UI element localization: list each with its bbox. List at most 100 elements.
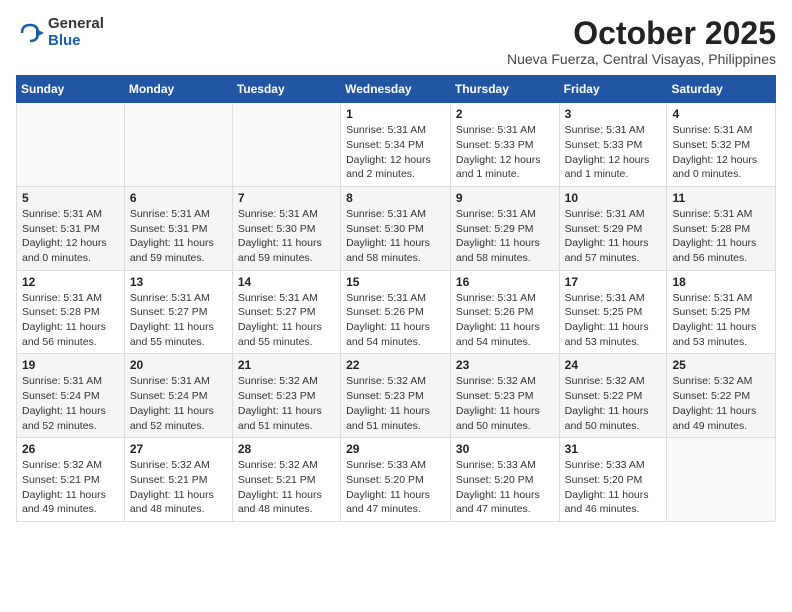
day-number: 25 [672,358,770,372]
day-number: 31 [565,442,662,456]
day-number: 30 [456,442,554,456]
logo-text: General Blue [48,16,104,49]
day-header-saturday: Saturday [667,76,776,103]
day-header-friday: Friday [559,76,667,103]
day-number: 12 [22,275,119,289]
logo-icon [16,19,44,47]
month-title: October 2025 [507,16,776,51]
calendar-cell: 11Sunrise: 5:31 AMSunset: 5:28 PMDayligh… [667,186,776,270]
cell-content: Sunrise: 5:31 AMSunset: 5:25 PMDaylight:… [672,291,770,350]
day-number: 10 [565,191,662,205]
cell-content: Sunrise: 5:31 AMSunset: 5:26 PMDaylight:… [456,291,554,350]
day-header-sunday: Sunday [17,76,125,103]
calendar-cell [124,103,232,187]
calendar-cell: 17 Sunrise: 5:31 AMSunset: 5:25 PMDayligh… [559,270,667,354]
cell-content: Sunrise: 5:32 AMSunset: 5:23 PMDaylight:… [346,374,445,433]
cell-content: Sunrise: 5:31 AMSunset: 5:33 PMDaylight:… [565,123,662,182]
calendar-week-row: 5Sunrise: 5:31 AMSunset: 5:31 PMDaylight… [17,186,776,270]
day-number: 16 [456,275,554,289]
day-number: 1 [346,107,445,121]
day-number: 2 [456,107,554,121]
calendar-cell: 29 Sunrise: 5:33 AMSunset: 5:20 PMDayligh… [341,438,451,522]
calendar-cell: 24 Sunrise: 5:32 AMSunset: 5:22 PMDayligh… [559,354,667,438]
cell-content: Sunrise: 5:32 AMSunset: 5:21 PMDaylight:… [238,458,335,517]
calendar-cell: 2 Sunrise: 5:31 AMSunset: 5:33 PMDaylight… [450,103,559,187]
day-number: 13 [130,275,227,289]
calendar-cell: 15Sunrise: 5:31 AMSunset: 5:26 PMDayligh… [341,270,451,354]
calendar-cell: 25Sunrise: 5:32 AMSunset: 5:22 PMDayligh… [667,354,776,438]
calendar-cell [667,438,776,522]
calendar-week-row: 1 Sunrise: 5:31 AMSunset: 5:34 PMDaylight… [17,103,776,187]
calendar-week-row: 12Sunrise: 5:31 AMSunset: 5:28 PMDayligh… [17,270,776,354]
page-header: General Blue October 2025 Nueva Fuerza, … [16,16,776,67]
cell-content: Sunrise: 5:31 AMSunset: 5:27 PMDaylight:… [130,291,227,350]
title-block: October 2025 Nueva Fuerza, Central Visay… [507,16,776,67]
calendar-cell: 4 Sunrise: 5:31 AMSunset: 5:32 PMDaylight… [667,103,776,187]
day-number: 9 [456,191,554,205]
day-number: 3 [565,107,662,121]
day-number: 29 [346,442,445,456]
calendar-cell: 1 Sunrise: 5:31 AMSunset: 5:34 PMDaylight… [341,103,451,187]
cell-content: Sunrise: 5:31 AMSunset: 5:34 PMDaylight:… [346,123,445,182]
calendar-cell: 27 Sunrise: 5:32 AMSunset: 5:21 PMDayligh… [124,438,232,522]
cell-content: Sunrise: 5:31 AMSunset: 5:32 PMDaylight:… [672,123,770,182]
day-number: 4 [672,107,770,121]
day-number: 7 [238,191,335,205]
cell-content: Sunrise: 5:33 AMSunset: 5:20 PMDaylight:… [456,458,554,517]
calendar-cell [17,103,125,187]
day-number: 17 [565,275,662,289]
cell-content: Sunrise: 5:32 AMSunset: 5:23 PMDaylight:… [238,374,335,433]
calendar-cell: 23Sunrise: 5:32 AMSunset: 5:23 PMDayligh… [450,354,559,438]
day-number: 26 [22,442,119,456]
cell-content: Sunrise: 5:32 AMSunset: 5:21 PMDaylight:… [130,458,227,517]
calendar-week-row: 26 Sunrise: 5:32 AMSunset: 5:21 PMDayligh… [17,438,776,522]
calendar-cell: 7 Sunrise: 5:31 AMSunset: 5:30 PMDaylight… [232,186,340,270]
calendar-cell: 12Sunrise: 5:31 AMSunset: 5:28 PMDayligh… [17,270,125,354]
day-number: 6 [130,191,227,205]
calendar-cell: 31 Sunrise: 5:33 AMSunset: 5:20 PMDayligh… [559,438,667,522]
cell-content: Sunrise: 5:31 AMSunset: 5:25 PMDaylight:… [565,291,662,350]
calendar-cell: 10 Sunrise: 5:31 AMSunset: 5:29 PMDayligh… [559,186,667,270]
day-headers-row: SundayMondayTuesdayWednesdayThursdayFrid… [17,76,776,103]
cell-content: Sunrise: 5:33 AMSunset: 5:20 PMDaylight:… [346,458,445,517]
calendar-cell: 22Sunrise: 5:32 AMSunset: 5:23 PMDayligh… [341,354,451,438]
day-header-monday: Monday [124,76,232,103]
calendar-cell: 19Sunrise: 5:31 AMSunset: 5:24 PMDayligh… [17,354,125,438]
calendar-cell: 14 Sunrise: 5:31 AMSunset: 5:27 PMDayligh… [232,270,340,354]
day-number: 20 [130,358,227,372]
cell-content: Sunrise: 5:31 AMSunset: 5:29 PMDaylight:… [456,207,554,266]
calendar-cell: 5Sunrise: 5:31 AMSunset: 5:31 PMDaylight… [17,186,125,270]
calendar-cell: 16 Sunrise: 5:31 AMSunset: 5:26 PMDayligh… [450,270,559,354]
cell-content: Sunrise: 5:33 AMSunset: 5:20 PMDaylight:… [565,458,662,517]
cell-content: Sunrise: 5:31 AMSunset: 5:24 PMDaylight:… [130,374,227,433]
calendar-cell: 18Sunrise: 5:31 AMSunset: 5:25 PMDayligh… [667,270,776,354]
calendar-cell: 8 Sunrise: 5:31 AMSunset: 5:30 PMDaylight… [341,186,451,270]
day-number: 14 [238,275,335,289]
day-number: 24 [565,358,662,372]
calendar-cell [232,103,340,187]
cell-content: Sunrise: 5:32 AMSunset: 5:22 PMDaylight:… [565,374,662,433]
day-number: 27 [130,442,227,456]
cell-content: Sunrise: 5:31 AMSunset: 5:29 PMDaylight:… [565,207,662,266]
day-header-tuesday: Tuesday [232,76,340,103]
cell-content: Sunrise: 5:31 AMSunset: 5:26 PMDaylight:… [346,291,445,350]
calendar-cell: 9 Sunrise: 5:31 AMSunset: 5:29 PMDaylight… [450,186,559,270]
calendar-week-row: 19Sunrise: 5:31 AMSunset: 5:24 PMDayligh… [17,354,776,438]
calendar-cell: 26 Sunrise: 5:32 AMSunset: 5:21 PMDayligh… [17,438,125,522]
calendar-cell: 3 Sunrise: 5:31 AMSunset: 5:33 PMDaylight… [559,103,667,187]
cell-content: Sunrise: 5:32 AMSunset: 5:21 PMDaylight:… [22,458,119,517]
day-number: 28 [238,442,335,456]
location-text: Nueva Fuerza, Central Visayas, Philippin… [507,51,776,67]
calendar-table: SundayMondayTuesdayWednesdayThursdayFrid… [16,75,776,522]
day-number: 8 [346,191,445,205]
logo-blue-text: Blue [48,33,104,50]
day-header-thursday: Thursday [450,76,559,103]
day-number: 5 [22,191,119,205]
cell-content: Sunrise: 5:31 AMSunset: 5:24 PMDaylight:… [22,374,119,433]
cell-content: Sunrise: 5:31 AMSunset: 5:30 PMDaylight:… [346,207,445,266]
cell-content: Sunrise: 5:31 AMSunset: 5:27 PMDaylight:… [238,291,335,350]
cell-content: Sunrise: 5:32 AMSunset: 5:23 PMDaylight:… [456,374,554,433]
calendar-cell: 30 Sunrise: 5:33 AMSunset: 5:20 PMDayligh… [450,438,559,522]
cell-content: Sunrise: 5:31 AMSunset: 5:33 PMDaylight:… [456,123,554,182]
cell-content: Sunrise: 5:31 AMSunset: 5:30 PMDaylight:… [238,207,335,266]
